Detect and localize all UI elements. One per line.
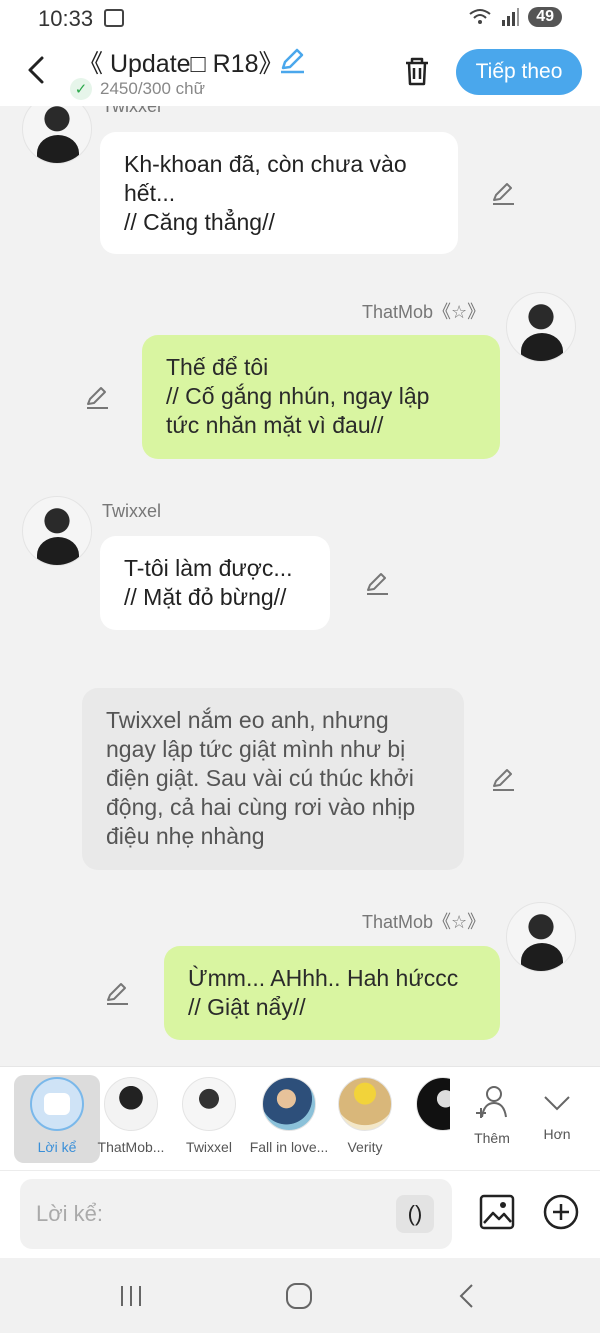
character-thatmob[interactable]: ThatMob... xyxy=(88,1075,174,1163)
speaker-name: Twixxel xyxy=(102,501,162,521)
add-icon[interactable] xyxy=(542,1193,580,1231)
avatar xyxy=(182,1077,236,1131)
wifi-icon xyxy=(469,9,491,24)
edit-icon[interactable] xyxy=(104,980,130,1006)
speaker-name: Twixxel xyxy=(102,106,162,116)
avatar[interactable] xyxy=(506,292,576,362)
character-label: Twixxel xyxy=(186,1139,232,1155)
message-bubble[interactable]: T-tôi làm được... // Mặt đỏ bừng// xyxy=(100,536,330,630)
edit-icon[interactable] xyxy=(84,384,110,410)
battery-indicator: 49 xyxy=(528,7,562,27)
check-icon: ✓ xyxy=(70,78,92,100)
story-header: 《 Update□ R18》 ✓ 2450/300 chữ Tiếp theo xyxy=(0,40,600,106)
avatar xyxy=(262,1077,316,1131)
avatar[interactable] xyxy=(22,496,92,566)
action-toggle-button[interactable]: () xyxy=(396,1195,434,1233)
status-time: 10:33 xyxy=(38,6,94,31)
edit-icon[interactable] xyxy=(364,570,390,596)
input-bar: () xyxy=(0,1170,600,1258)
screenshot-icon xyxy=(104,9,124,27)
narration-text: Twixxel nắm eo anh, nhưng ngay lập tức g… xyxy=(106,707,416,849)
speaker-name: ThatMob《☆》 xyxy=(362,302,486,322)
message-bubble[interactable]: Ừmm... AHhh.. Hah hứccc // Giật nẩy// xyxy=(164,946,500,1040)
status-bar: 10:33 49 xyxy=(0,0,600,40)
expand-button[interactable]: Hơn xyxy=(522,1075,592,1163)
pencil-icon[interactable] xyxy=(278,46,306,74)
character-twixxel[interactable]: Twixxel xyxy=(166,1075,252,1163)
expand-label: Hơn xyxy=(543,1126,571,1142)
message-text: Thế để tôi // Cố gắng nhún, ngay lập tức… xyxy=(166,354,430,438)
signal-icon xyxy=(502,8,520,26)
narrator-icon xyxy=(30,1077,84,1131)
message-bubble[interactable]: Thế để tôi // Cố gắng nhún, ngay lập tức… xyxy=(142,335,500,459)
add-label: Thêm xyxy=(474,1130,510,1146)
message-text: Kh-khoan đã, còn chưa vào hết... // Căng… xyxy=(124,151,407,235)
add-character-button[interactable]: Thêm xyxy=(452,1075,532,1163)
message-text: Ừmm... AHhh.. Hah hứccc // Giật nẩy// xyxy=(188,965,459,1020)
avatar[interactable] xyxy=(506,902,576,972)
avatar xyxy=(104,1077,158,1131)
chevron-down-icon xyxy=(544,1096,570,1111)
story-title[interactable]: 《 Update□ R18》 xyxy=(78,44,283,80)
system-nav-bar xyxy=(0,1258,600,1333)
word-count: ✓ 2450/300 chữ xyxy=(70,78,205,100)
edit-icon[interactable] xyxy=(490,180,516,206)
message-input[interactable] xyxy=(36,1197,396,1231)
next-button[interactable]: Tiếp theo xyxy=(456,49,582,95)
character-label: ThatMob... xyxy=(97,1139,165,1155)
avatar[interactable] xyxy=(22,106,92,164)
character-label: Fall in love... xyxy=(249,1139,329,1155)
back-icon[interactable] xyxy=(22,52,52,88)
character-selector: Lời kể ThatMob... Twixxel Fall in love..… xyxy=(0,1066,600,1170)
message-text: T-tôi làm được... // Mặt đỏ bừng// xyxy=(124,555,293,610)
recent-apps-icon[interactable] xyxy=(118,1283,144,1309)
message-input-box: () xyxy=(20,1179,452,1249)
edit-icon[interactable] xyxy=(490,766,516,792)
narration-bubble[interactable]: Twixxel nắm eo anh, nhưng ngay lập tức g… xyxy=(82,688,464,870)
avatar xyxy=(416,1077,450,1131)
home-icon[interactable] xyxy=(284,1282,314,1310)
image-icon[interactable] xyxy=(478,1193,516,1231)
back-nav-icon[interactable] xyxy=(456,1282,478,1310)
character-label: Verity xyxy=(347,1139,383,1155)
trash-icon[interactable] xyxy=(400,54,434,88)
chat-area[interactable]: Twixxel Kh-khoan đã, còn chưa vào hết...… xyxy=(0,106,600,1066)
character-verity[interactable]: Verity xyxy=(322,1075,408,1163)
character-partial[interactable] xyxy=(400,1075,450,1163)
add-person-icon xyxy=(476,1086,507,1118)
speaker-name: ThatMob《☆》 xyxy=(362,912,486,932)
word-count-text: 2450/300 chữ xyxy=(100,79,205,98)
character-fall-in-love[interactable]: Fall in love... xyxy=(246,1075,332,1163)
message-bubble[interactable]: Kh-khoan đã, còn chưa vào hết... // Căng… xyxy=(100,132,458,254)
avatar xyxy=(338,1077,392,1131)
